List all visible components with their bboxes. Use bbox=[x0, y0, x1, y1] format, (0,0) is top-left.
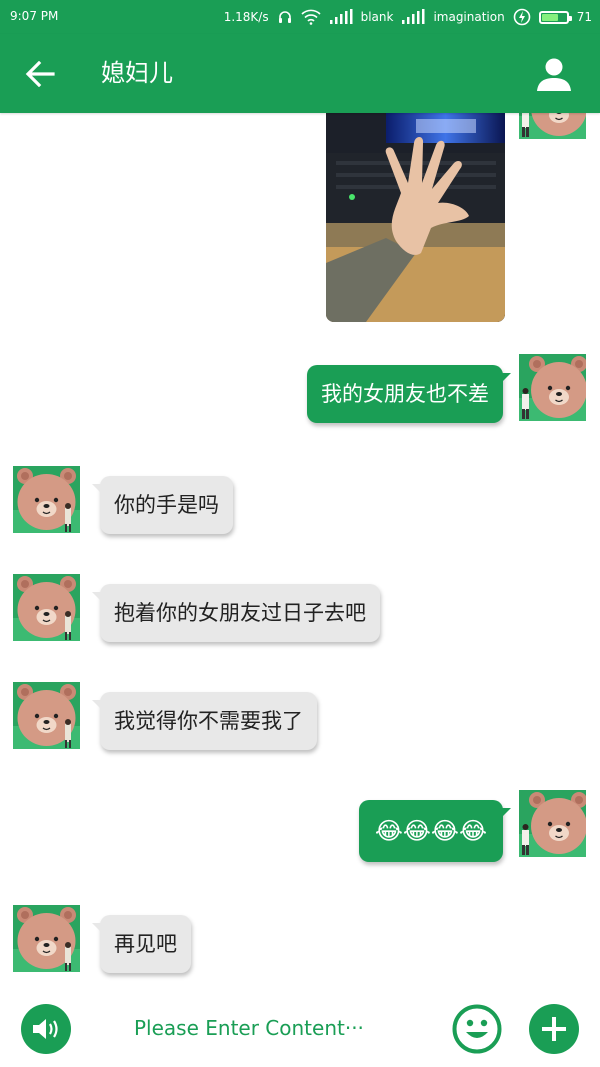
message-item bbox=[0, 113, 600, 323]
smiley-icon bbox=[452, 1004, 502, 1054]
message-bubble[interactable]: 抱着你的女朋友过日子去吧 bbox=[92, 584, 380, 642]
contact-profile-button[interactable] bbox=[534, 54, 574, 94]
chat-message-list[interactable]: 我的女朋友也不差 你的手是吗 抱着你的女朋友过日子去吧 我觉得你不需要我了 😂😂… bbox=[0, 113, 600, 990]
input-bar bbox=[0, 990, 600, 1067]
network-speed: 1.18K/s bbox=[223, 10, 269, 24]
message-item: 你的手是吗 bbox=[0, 466, 600, 546]
message-bubble[interactable]: 你的手是吗 bbox=[92, 476, 233, 534]
message-bubble[interactable]: 再见吧 bbox=[92, 915, 191, 973]
status-time: 9:07 PM bbox=[10, 9, 59, 23]
chat-header: 媳妇儿 bbox=[0, 34, 600, 113]
speaker-icon bbox=[33, 1019, 58, 1039]
avatar[interactable] bbox=[519, 790, 586, 857]
person-icon bbox=[537, 58, 571, 91]
laughing-emoji-icon: 😂😂😂😂 bbox=[374, 817, 487, 845]
back-button[interactable] bbox=[22, 56, 58, 92]
voice-button[interactable] bbox=[21, 1004, 71, 1054]
avatar[interactable] bbox=[13, 905, 80, 972]
hand-photo bbox=[326, 113, 505, 322]
signal-icon bbox=[329, 9, 353, 25]
chat-title: 媳妇儿 bbox=[101, 59, 173, 87]
message-bubble[interactable]: 😂😂😂😂 bbox=[358, 800, 512, 862]
battery-icon bbox=[538, 10, 572, 24]
avatar[interactable] bbox=[519, 354, 586, 421]
message-bubble[interactable]: 我觉得你不需要我了 bbox=[92, 692, 317, 750]
message-item: 我的女朋友也不差 bbox=[0, 354, 600, 434]
battery-indicator: 71 bbox=[538, 10, 592, 24]
message-item: 抱着你的女朋友过日子去吧 bbox=[0, 574, 600, 654]
message-item: 再见吧 bbox=[0, 905, 600, 985]
message-item: 我觉得你不需要我了 bbox=[0, 682, 600, 762]
message-item: 😂😂😂😂 bbox=[0, 790, 600, 870]
carrier-1: blank bbox=[360, 10, 394, 24]
charging-icon bbox=[513, 8, 531, 26]
status-bar: 9:07 PM 1.18K/s blank imagination 71 bbox=[0, 0, 600, 34]
emoji-button[interactable] bbox=[452, 1004, 502, 1054]
carrier-2: imagination bbox=[433, 10, 505, 24]
message-input[interactable] bbox=[122, 1010, 434, 1046]
avatar[interactable] bbox=[13, 466, 80, 533]
add-attachment-button[interactable] bbox=[529, 1004, 579, 1054]
wifi-icon bbox=[301, 9, 321, 25]
avatar[interactable] bbox=[13, 682, 80, 749]
signal-icon bbox=[401, 9, 425, 25]
battery-level: 71 bbox=[576, 10, 592, 24]
headset-icon bbox=[277, 9, 293, 25]
plus-icon bbox=[542, 1017, 566, 1041]
image-message[interactable] bbox=[326, 113, 505, 322]
arrow-left-icon bbox=[25, 61, 55, 87]
message-bubble[interactable]: 我的女朋友也不差 bbox=[307, 365, 511, 423]
avatar[interactable] bbox=[519, 113, 586, 139]
avatar[interactable] bbox=[13, 574, 80, 641]
